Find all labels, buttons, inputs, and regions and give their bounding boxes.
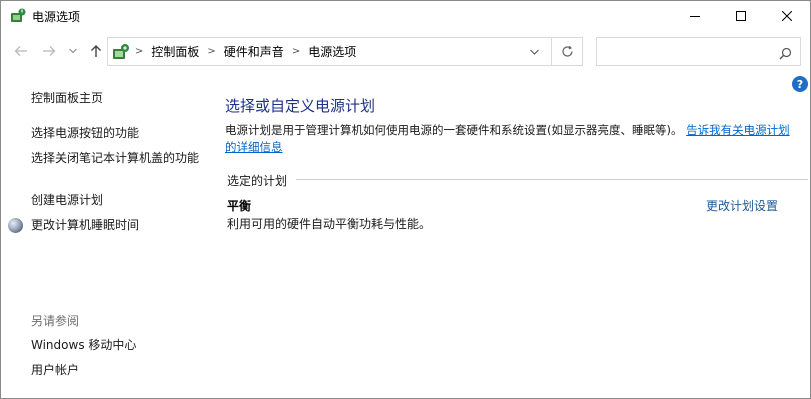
sleep-moon-icon [8,218,23,233]
recent-locations-icon[interactable] [64,42,82,60]
address-dropdown-icon[interactable] [523,38,545,65]
change-sleep-link[interactable]: 更改计算机睡眠时间 [31,217,139,234]
power-buttons-link[interactable]: 选择电源按钮的功能 [31,125,139,142]
chevron-right-icon[interactable]: > [207,46,215,57]
page-title: 选择或自定义电源计划 [225,97,376,115]
control-panel-icon [112,43,130,61]
mobility-center-link[interactable]: Windows 移动中心 [31,337,136,354]
chevron-right-icon[interactable]: > [292,46,300,57]
user-accounts-link[interactable]: 用户帐户 [31,362,79,379]
control-panel-home-link[interactable]: 控制面板主页 [31,90,103,107]
breadcrumb-hardware-sound[interactable]: 硬件和声音 [224,43,284,60]
see-also-heading: 另请参阅 [31,314,80,328]
help-icon[interactable]: ? [792,76,808,92]
maximize-button[interactable] [718,1,764,31]
window-title: 电源选项 [32,10,81,24]
up-arrow-icon[interactable] [87,42,105,60]
power-options-window: 电源选项 > 控制面板 > 硬件和声音 > 电源选项 ? 控制面板主页 选择电源… [0,0,811,399]
description-text: 电源计划是用于管理计算机如何使用电源的一套硬件和系统设置(如显示器亮度、睡眠等)… [225,123,683,137]
search-icon[interactable] [779,45,792,64]
minimize-button[interactable] [672,1,718,31]
back-arrow-icon[interactable] [12,42,30,60]
breadcrumb: > 控制面板 > 硬件和声音 > 电源选项 [133,38,356,65]
breadcrumb-control-panel[interactable]: 控制面板 [151,43,199,60]
section-divider [296,179,808,180]
plan-name: 平衡 [227,199,252,213]
close-button[interactable] [764,1,810,31]
change-plan-settings-link[interactable]: 更改计划设置 [706,197,778,214]
title-bar[interactable]: 电源选项 [1,1,810,31]
forward-arrow-icon[interactable] [40,42,58,60]
create-plan-link[interactable]: 创建电源计划 [31,192,103,209]
plan-description: 电源计划是用于管理计算机如何使用电源的一套硬件和系统设置(如显示器亮度、睡眠等)… [225,122,799,156]
power-options-icon [10,8,26,24]
plan-summary: 利用可用的硬件自动平衡功耗与性能。 [227,217,432,231]
search-input[interactable] [596,37,801,66]
breadcrumb-power-options[interactable]: 电源选项 [308,43,356,60]
refresh-icon[interactable] [552,38,582,65]
selected-plan-heading: 选定的计划 [227,174,288,188]
lid-close-link[interactable]: 选择关闭笔记本计算机盖的功能 [31,150,203,167]
address-bar[interactable]: > 控制面板 > 硬件和声音 > 电源选项 [107,37,583,66]
chevron-right-icon[interactable]: > [135,46,143,57]
